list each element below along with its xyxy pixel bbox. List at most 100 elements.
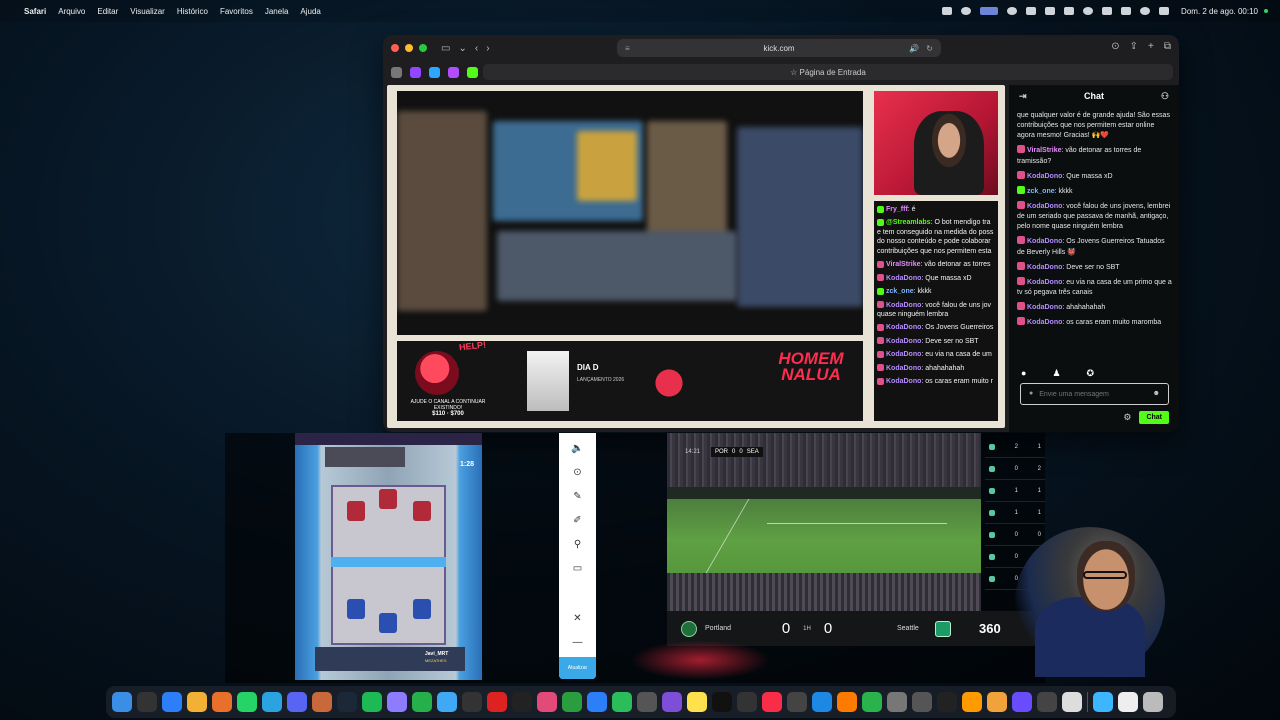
new-tab-icon[interactable]: +: [1148, 41, 1154, 52]
dock-app-icon[interactable]: [637, 692, 657, 712]
page-menu-icon[interactable]: ≡: [625, 44, 630, 53]
dock-app-icon[interactable]: [1143, 692, 1163, 712]
dock-app-icon[interactable]: [412, 692, 432, 712]
sound-icon[interactable]: 🔊: [909, 44, 919, 53]
minimize-icon[interactable]: —: [573, 637, 583, 651]
favorite-tile-1[interactable]: [391, 66, 402, 78]
clash-royale-window[interactable]: 1:28 Javi_MRT MEZATHES: [295, 433, 482, 680]
play-status-icon[interactable]: [1007, 7, 1018, 15]
dock-app-icon[interactable]: [512, 692, 532, 712]
record-icon[interactable]: ⊙: [573, 467, 581, 481]
dock-app-icon[interactable]: [137, 692, 157, 712]
stream-canvas[interactable]: Fry_fff: é @Streamlabs: O bot mendigo tr…: [387, 85, 1005, 428]
menu-editar[interactable]: Editar: [97, 7, 118, 16]
minimize-window-button[interactable]: [405, 44, 413, 52]
dock-app-icon[interactable]: [987, 692, 1007, 712]
chat-input[interactable]: [1039, 390, 1140, 398]
extension-status-icon[interactable]: [1026, 7, 1037, 15]
pin-icon[interactable]: ⚲: [574, 539, 581, 553]
chevron-down-icon[interactable]: ⌄: [458, 43, 466, 54]
forward-icon[interactable]: ›: [486, 43, 489, 54]
dock-app-icon[interactable]: [662, 692, 682, 712]
dock-app-icon[interactable]: [1118, 692, 1138, 712]
soccer-broadcast[interactable]: 14:21 POR 0 0 SEA: [667, 433, 981, 611]
dock-app-icon[interactable]: [812, 692, 832, 712]
dock-app-icon[interactable]: [762, 692, 782, 712]
dock-app-icon[interactable]: [537, 692, 557, 712]
battery-icon[interactable]: [1064, 7, 1075, 15]
dock-app-icon[interactable]: [362, 692, 382, 712]
chat-settings-dot-icon[interactable]: ●: [1029, 389, 1033, 399]
reload-icon[interactable]: ↻: [926, 44, 933, 53]
dock-app-icon[interactable]: [962, 692, 982, 712]
dock-app-icon[interactable]: [312, 692, 332, 712]
dock-app-icon[interactable]: [562, 692, 582, 712]
chat-messages[interactable]: que qualquer valor é de grande ajuda! Sã…: [1017, 111, 1173, 347]
menu-app-name[interactable]: Safari: [24, 7, 46, 16]
kick-favorite-icon[interactable]: [467, 66, 478, 78]
dock-app-icon[interactable]: [1062, 692, 1082, 712]
close-window-button[interactable]: [391, 44, 399, 52]
favorite-tile-3[interactable]: [429, 66, 440, 78]
pen-icon[interactable]: ✎: [573, 491, 581, 505]
control-center-icon[interactable]: [1159, 7, 1170, 15]
collapse-chat-icon[interactable]: ⇥: [1019, 90, 1027, 103]
siri-icon[interactable]: [1140, 7, 1151, 15]
menu-ajuda[interactable]: Ajuda: [300, 7, 320, 16]
dock-app-icon[interactable]: [287, 692, 307, 712]
dock-app-icon[interactable]: [387, 692, 407, 712]
dock-app-icon[interactable]: [712, 692, 732, 712]
close-icon[interactable]: ✕: [573, 613, 581, 627]
menu-clock[interactable]: Dom. 2 de ago. 00:10: [1181, 7, 1258, 16]
audio-icon[interactable]: 🔈: [571, 443, 583, 457]
screen-icon[interactable]: ▭: [573, 563, 582, 577]
downloads-icon[interactable]: ⊙: [1111, 41, 1119, 52]
dock-app-icon[interactable]: [187, 692, 207, 712]
dock-app-icon[interactable]: [587, 692, 607, 712]
sidebar-toggle-icon[interactable]: ▭: [441, 43, 450, 54]
zoom-window-button[interactable]: [419, 44, 427, 52]
dock-app-icon[interactable]: [1093, 692, 1113, 712]
dock-app-icon[interactable]: [887, 692, 907, 712]
dock-app-icon[interactable]: [737, 692, 757, 712]
dock-app-icon[interactable]: [687, 692, 707, 712]
dock-app-icon[interactable]: [837, 692, 857, 712]
back-icon[interactable]: ‹: [475, 43, 478, 54]
gear-icon[interactable]: ⚙: [1123, 411, 1131, 424]
start-page-tab[interactable]: ☆ Página de Entrada: [483, 64, 1173, 80]
wifi-icon[interactable]: [1083, 7, 1094, 15]
emote-icon-3[interactable]: ✪: [1087, 367, 1095, 380]
search-icon[interactable]: [1102, 7, 1113, 15]
emote-icon-1[interactable]: ●: [1021, 367, 1026, 380]
dock-app-icon[interactable]: [112, 692, 132, 712]
dock-app-icon[interactable]: [462, 692, 482, 712]
dock-app-icon[interactable]: [437, 692, 457, 712]
dock-app-icon[interactable]: [212, 692, 232, 712]
menu-favoritos[interactable]: Favoritos: [220, 7, 253, 16]
tab-overview-icon[interactable]: ⧉: [1164, 41, 1171, 52]
emote-icon-2[interactable]: ♟: [1052, 367, 1060, 380]
menu-historico[interactable]: Histórico: [177, 7, 208, 16]
chat-send-button[interactable]: Chat: [1139, 411, 1169, 425]
screen-share-status-icon[interactable]: [980, 7, 999, 15]
dock-app-icon[interactable]: [487, 692, 507, 712]
clipboard-status-icon[interactable]: [942, 7, 953, 15]
dock-app-icon[interactable]: [262, 692, 282, 712]
dock-app-icon[interactable]: [1037, 692, 1057, 712]
favorite-tile-2[interactable]: [410, 66, 421, 78]
bluetooth-status-icon[interactable]: [1045, 7, 1056, 15]
menu-arquivo[interactable]: Arquivo: [58, 7, 85, 16]
chat-input-box[interactable]: ● ☻: [1020, 383, 1169, 405]
edit-file-icon[interactable]: ✐: [573, 515, 581, 529]
menu-janela[interactable]: Janela: [265, 7, 289, 16]
update-button[interactable]: Atualizar: [559, 657, 596, 679]
record-status-icon[interactable]: [961, 7, 972, 15]
dock-app-icon[interactable]: [612, 692, 632, 712]
dock-app-icon[interactable]: [162, 692, 182, 712]
dock-app-icon[interactable]: [1012, 692, 1032, 712]
dock-app-icon[interactable]: [337, 692, 357, 712]
dock-app-icon[interactable]: [787, 692, 807, 712]
share-icon[interactable]: ⇪: [1130, 41, 1138, 52]
emoji-icon[interactable]: ☻: [1153, 389, 1160, 399]
dock-app-icon[interactable]: [937, 692, 957, 712]
